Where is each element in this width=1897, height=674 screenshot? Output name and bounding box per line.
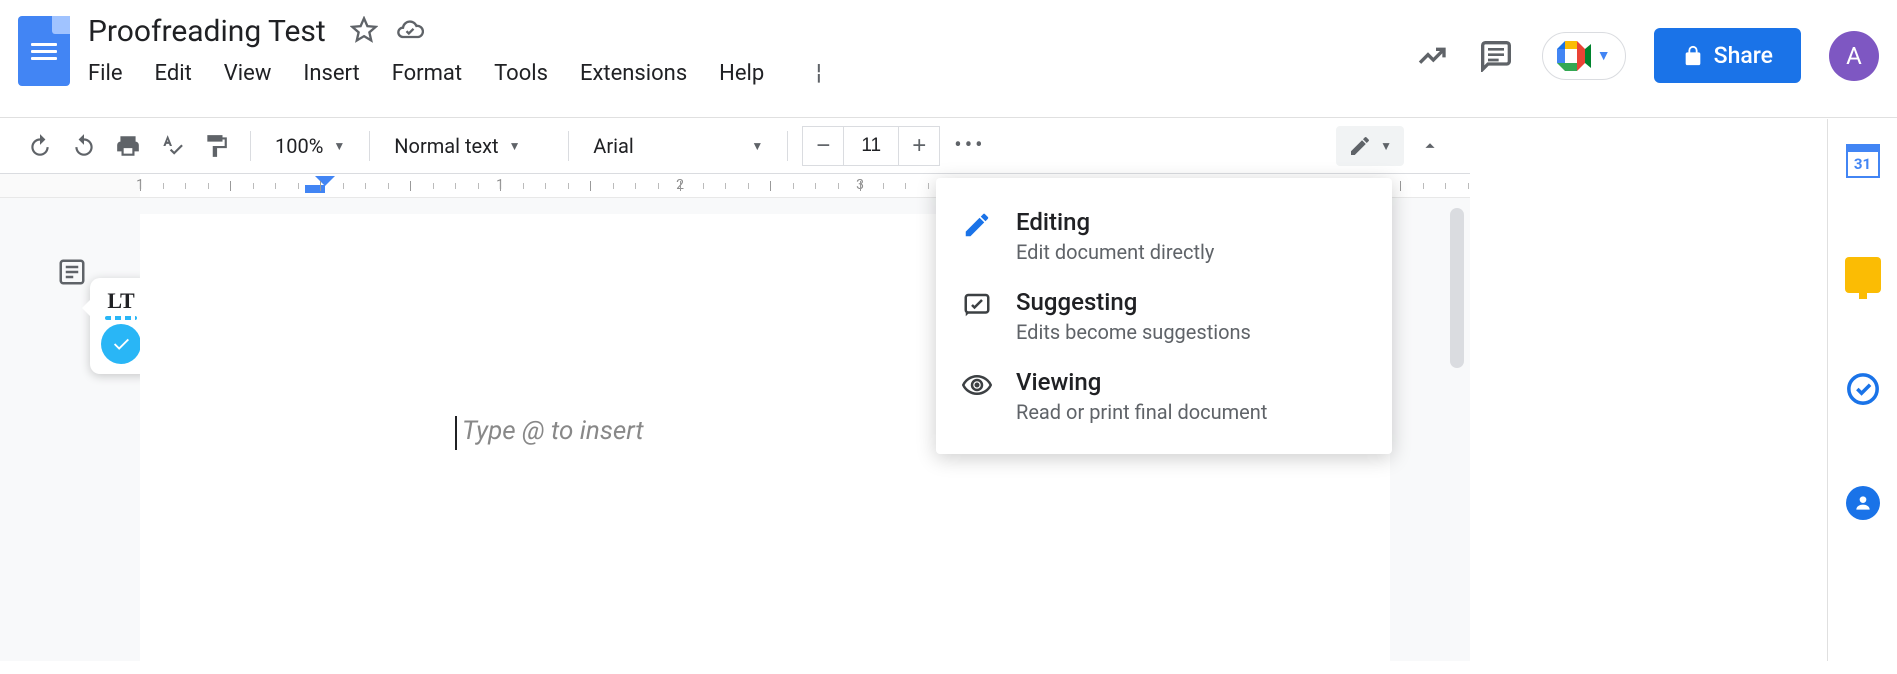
mode-viewing[interactable]: Viewing Read or print final document — [936, 356, 1392, 436]
menu-extensions[interactable]: Extensions — [580, 61, 687, 86]
caret-down-icon: ▼ — [1597, 47, 1611, 64]
tasks-app-icon[interactable] — [1843, 369, 1883, 409]
star-icon[interactable] — [350, 16, 378, 48]
menu-help[interactable]: Help — [719, 61, 764, 86]
menu-edit[interactable]: Edit — [155, 61, 192, 86]
meet-button[interactable]: ▼ — [1542, 32, 1626, 80]
mode-viewing-title: Viewing — [1016, 368, 1366, 396]
toolbar: 100% ▼ Normal text ▼ Arial ▼ − + ••• ▼ — [0, 118, 1470, 174]
comments-icon[interactable] — [1478, 38, 1514, 74]
paint-format-button[interactable] — [196, 126, 236, 166]
share-button[interactable]: Share — [1654, 28, 1801, 83]
avatar[interactable]: A — [1829, 31, 1879, 81]
docs-logo-icon[interactable] — [18, 16, 70, 86]
share-label: Share — [1714, 42, 1773, 69]
caret-down-icon: ▼ — [1380, 139, 1392, 153]
meet-logo-icon — [1557, 41, 1591, 71]
pencil-icon — [962, 210, 994, 242]
separator — [369, 131, 370, 161]
text-cursor — [455, 416, 457, 450]
keep-app-icon[interactable] — [1843, 255, 1883, 295]
menu-overflow-icon: ¦ — [816, 61, 821, 86]
contacts-app-icon[interactable] — [1843, 483, 1883, 523]
mode-viewing-desc: Read or print final document — [1016, 400, 1366, 424]
mode-editing-title: Editing — [1016, 208, 1366, 236]
caret-down-icon: ▼ — [509, 139, 521, 153]
suggest-icon — [962, 290, 994, 322]
mode-editing-desc: Edit document directly — [1016, 240, 1366, 264]
activity-icon[interactable] — [1414, 38, 1450, 74]
cloud-saved-icon[interactable] — [396, 16, 424, 48]
font-family-dropdown[interactable]: Arial ▼ — [583, 126, 773, 166]
side-panel: 31 — [1827, 119, 1897, 661]
redo-button[interactable] — [64, 126, 104, 166]
more-tools-button[interactable]: ••• — [944, 133, 995, 158]
document-outline-button[interactable] — [52, 252, 92, 292]
lock-icon — [1682, 45, 1704, 67]
print-button[interactable] — [108, 126, 148, 166]
calendar-app-icon[interactable]: 31 — [1843, 141, 1883, 181]
indent-marker-icon[interactable] — [315, 176, 335, 193]
eye-icon — [962, 370, 994, 402]
languagetool-logo-icon: LT — [107, 288, 134, 314]
mode-suggesting[interactable]: Suggesting Edits become suggestions — [936, 276, 1392, 356]
header: Proofreading Test File Edit View Insert … — [0, 0, 1897, 118]
pencil-icon — [1348, 134, 1372, 158]
mode-editing[interactable]: Editing Edit document directly — [936, 196, 1392, 276]
font-size-increase-button[interactable]: + — [899, 127, 939, 165]
title-area: Proofreading Test File Edit View Insert … — [82, 10, 1414, 86]
spellcheck-button[interactable] — [152, 126, 192, 166]
font-size-control: − + — [802, 126, 940, 166]
check-ok-icon — [101, 324, 141, 364]
menu-insert[interactable]: Insert — [303, 61, 359, 86]
vertical-scrollbar[interactable] — [1450, 208, 1464, 368]
menubar: File Edit View Insert Format Tools Exten… — [82, 51, 1414, 86]
menu-view[interactable]: View — [224, 61, 272, 86]
mode-suggesting-desc: Edits become suggestions — [1016, 320, 1366, 344]
document-title[interactable]: Proofreading Test — [82, 12, 332, 51]
font-size-input[interactable] — [843, 127, 899, 165]
placeholder-text: Type @ to insert — [462, 416, 644, 446]
caret-down-icon: ▼ — [333, 139, 345, 153]
separator — [787, 131, 788, 161]
collapse-toolbar-button[interactable] — [1410, 126, 1450, 166]
mode-menu: Editing Edit document directly Suggestin… — [936, 178, 1392, 454]
header-actions: ▼ Share A — [1414, 28, 1879, 83]
menu-tools[interactable]: Tools — [494, 61, 548, 86]
menu-file[interactable]: File — [88, 61, 123, 86]
editing-mode-button[interactable]: ▼ — [1336, 126, 1404, 166]
undo-button[interactable] — [20, 126, 60, 166]
zoom-dropdown[interactable]: 100% ▼ — [265, 126, 355, 166]
caret-down-icon: ▼ — [751, 139, 763, 153]
paragraph-style-dropdown[interactable]: Normal text ▼ — [384, 126, 554, 166]
separator — [568, 131, 569, 161]
mode-suggesting-title: Suggesting — [1016, 288, 1366, 316]
menu-format[interactable]: Format — [392, 61, 462, 86]
separator — [250, 131, 251, 161]
font-size-decrease-button[interactable]: − — [803, 127, 843, 165]
